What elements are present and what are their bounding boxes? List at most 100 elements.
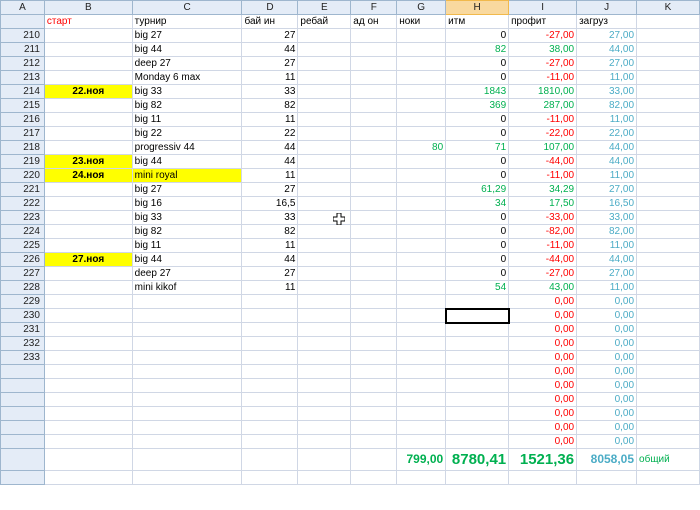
- rebuy-cell[interactable]: [297, 322, 352, 337]
- noki-cell[interactable]: [396, 42, 447, 57]
- addon-cell[interactable]: [350, 126, 398, 141]
- rebuy-cell[interactable]: [297, 42, 352, 57]
- addon-cell[interactable]: [350, 434, 398, 449]
- buyin-cell[interactable]: 27: [241, 56, 299, 71]
- total-profit[interactable]: 1521,36: [508, 448, 578, 471]
- empty-cell[interactable]: [636, 392, 700, 407]
- load-cell[interactable]: 44,00: [576, 252, 638, 267]
- row-header[interactable]: 232: [0, 336, 45, 351]
- row-header[interactable]: 213: [0, 70, 45, 85]
- profit-cell[interactable]: -44,00: [508, 252, 578, 267]
- noki-cell[interactable]: [396, 406, 447, 421]
- addon-cell[interactable]: [350, 112, 398, 127]
- addon-cell[interactable]: [350, 98, 398, 113]
- profit-cell[interactable]: 0,00: [508, 336, 578, 351]
- rebuy-cell[interactable]: [297, 336, 352, 351]
- empty-cell[interactable]: [396, 470, 447, 485]
- row-header[interactable]: 220: [0, 168, 45, 183]
- row-header[interactable]: 230: [0, 308, 45, 323]
- row-header[interactable]: [0, 378, 45, 393]
- load-cell[interactable]: 27,00: [576, 56, 638, 71]
- total-load[interactable]: 8058,05: [576, 448, 638, 471]
- column-header-e[interactable]: E: [297, 0, 352, 15]
- buyin-cell[interactable]: 27: [241, 182, 299, 197]
- noki-cell[interactable]: [396, 84, 447, 99]
- empty-cell[interactable]: [636, 336, 700, 351]
- tournament-cell[interactable]: progressiv 44: [131, 140, 243, 155]
- column-header-g[interactable]: G: [396, 0, 447, 15]
- date-cell[interactable]: [43, 70, 133, 85]
- date-cell[interactable]: [43, 56, 133, 71]
- buyin-cell[interactable]: [241, 392, 299, 407]
- itm-cell[interactable]: 34: [445, 196, 510, 211]
- addon-cell[interactable]: [350, 154, 398, 169]
- profit-cell[interactable]: 0,00: [508, 406, 578, 421]
- rebuy-cell[interactable]: [297, 28, 352, 43]
- empty-cell[interactable]: [636, 56, 700, 71]
- row-header[interactable]: 218: [0, 140, 45, 155]
- profit-cell[interactable]: 17,50: [508, 196, 578, 211]
- noki-cell[interactable]: [396, 98, 447, 113]
- profit-cell[interactable]: -11,00: [508, 238, 578, 253]
- tournament-cell[interactable]: big 44: [131, 154, 243, 169]
- addon-cell[interactable]: [350, 70, 398, 85]
- noki-cell[interactable]: [396, 210, 447, 225]
- noki-cell[interactable]: [396, 322, 447, 337]
- load-cell[interactable]: 22,00: [576, 126, 638, 141]
- profit-cell[interactable]: 0,00: [508, 420, 578, 435]
- load-cell[interactable]: 0,00: [576, 350, 638, 365]
- addon-cell[interactable]: [350, 364, 398, 379]
- buyin-cell[interactable]: 22: [241, 126, 299, 141]
- empty-cell[interactable]: [636, 140, 700, 155]
- empty-cell[interactable]: [43, 470, 133, 485]
- empty-cell[interactable]: [636, 42, 700, 57]
- load-cell[interactable]: 27,00: [576, 182, 638, 197]
- noki-cell[interactable]: [396, 294, 447, 309]
- profit-cell[interactable]: 0,00: [508, 392, 578, 407]
- row-header[interactable]: 227: [0, 266, 45, 281]
- addon-cell[interactable]: [350, 420, 398, 435]
- tournament-cell[interactable]: big 82: [131, 98, 243, 113]
- rebuy-cell[interactable]: [297, 84, 352, 99]
- tournament-cell[interactable]: mini royal: [131, 168, 243, 183]
- date-cell[interactable]: [43, 322, 133, 337]
- itm-cell[interactable]: 369: [445, 98, 510, 113]
- tournament-cell[interactable]: big 27: [131, 28, 243, 43]
- empty-cell[interactable]: [297, 470, 352, 485]
- date-cell[interactable]: [43, 280, 133, 295]
- row-header[interactable]: 225: [0, 238, 45, 253]
- tournament-cell[interactable]: [131, 294, 243, 309]
- addon-cell[interactable]: [350, 294, 398, 309]
- buyin-cell[interactable]: [241, 420, 299, 435]
- addon-cell[interactable]: [350, 168, 398, 183]
- load-cell[interactable]: 11,00: [576, 238, 638, 253]
- rebuy-cell[interactable]: [297, 168, 352, 183]
- date-cell[interactable]: [43, 196, 133, 211]
- empty-cell[interactable]: [131, 470, 243, 485]
- noki-cell[interactable]: [396, 364, 447, 379]
- header-rebuy[interactable]: ребай: [297, 14, 352, 29]
- date-cell[interactable]: [43, 140, 133, 155]
- itm-cell[interactable]: [445, 392, 510, 407]
- itm-cell[interactable]: [445, 420, 510, 435]
- noki-cell[interactable]: [396, 56, 447, 71]
- date-cell[interactable]: [43, 350, 133, 365]
- header-itm[interactable]: итм: [445, 14, 510, 29]
- rebuy-cell[interactable]: [297, 70, 352, 85]
- date-cell[interactable]: [43, 126, 133, 141]
- tournament-cell[interactable]: big 11: [131, 238, 243, 253]
- rebuy-cell[interactable]: [297, 252, 352, 267]
- row-header[interactable]: 222: [0, 196, 45, 211]
- buyin-cell[interactable]: 33: [241, 210, 299, 225]
- rebuy-cell[interactable]: [297, 406, 352, 421]
- rebuy-cell[interactable]: [297, 238, 352, 253]
- itm-cell[interactable]: [445, 364, 510, 379]
- buyin-cell[interactable]: [241, 364, 299, 379]
- empty-cell[interactable]: [636, 182, 700, 197]
- empty-cell[interactable]: [576, 470, 638, 485]
- empty-cell[interactable]: [636, 112, 700, 127]
- itm-cell[interactable]: [445, 378, 510, 393]
- tournament-cell[interactable]: big 44: [131, 252, 243, 267]
- empty-cell[interactable]: [350, 448, 398, 471]
- row-header[interactable]: [0, 14, 45, 29]
